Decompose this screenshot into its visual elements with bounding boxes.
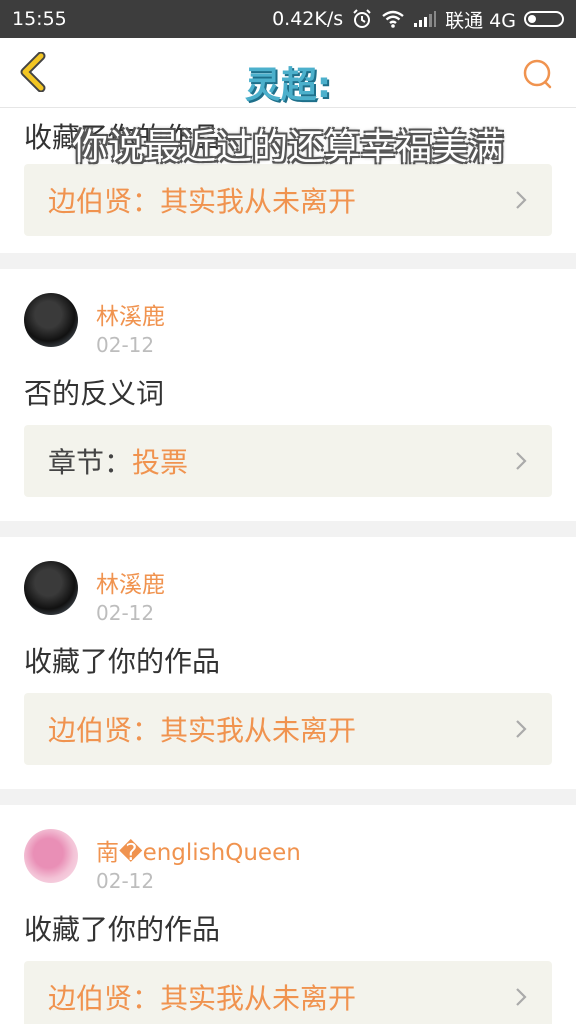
- feed-card: 林溪鹿 02-12 收藏了你的作品 边伯贤： 其实我从未离开: [0, 537, 576, 789]
- action-text: 收藏了你的作品: [24, 913, 221, 946]
- page-title: 灵超:: [244, 65, 332, 106]
- notification-feed: 收藏了你的作品 边伯贤： 其实我从未离开 林溪鹿 02-12 否的反义词 章节：…: [0, 108, 576, 1024]
- chevron-right-icon: [514, 189, 528, 211]
- feed-card: 林溪鹿 02-12 否的反义词 章节： 投票: [0, 269, 576, 521]
- work-link[interactable]: 边伯贤： 其实我从未离开: [24, 961, 552, 1024]
- work-title: 其实我从未离开: [160, 714, 357, 747]
- feed-card: 南�englishQueen 02-12 收藏了你的作品 边伯贤： 其实我从未离…: [0, 805, 576, 1024]
- user-row: 林溪鹿 02-12: [24, 269, 552, 369]
- alarm-icon: [351, 8, 373, 30]
- carrier-label: 联通 4G: [445, 9, 516, 32]
- action-text: 收藏了你的作品: [24, 121, 221, 154]
- avatar[interactable]: [24, 829, 78, 883]
- work-link[interactable]: 边伯贤： 其实我从未离开: [24, 693, 552, 765]
- status-time: 15:55: [12, 8, 67, 30]
- battery-icon: [524, 11, 564, 27]
- user-row: 南�englishQueen 02-12: [24, 805, 552, 905]
- work-link[interactable]: 章节： 投票: [24, 425, 552, 497]
- date: 02-12: [96, 333, 155, 357]
- nav-header: 灵超:: [0, 38, 576, 108]
- chevron-right-icon: [514, 986, 528, 1008]
- network-speed: 0.42K/s: [272, 8, 344, 30]
- work-label: 边伯贤：: [48, 185, 161, 218]
- username[interactable]: 林溪鹿: [96, 565, 165, 599]
- chevron-right-icon: [514, 450, 528, 472]
- app-root: 15:55 0.42K/s 联通 4G 灵超: 你说最近过的还算幸福美满 收藏了…: [0, 0, 576, 1024]
- wifi-icon: [381, 9, 405, 29]
- username[interactable]: 林溪鹿: [96, 297, 165, 331]
- signal-icon: [413, 10, 437, 28]
- work-title: 投票: [132, 446, 189, 479]
- user-row: 林溪鹿 02-12: [24, 537, 552, 637]
- avatar[interactable]: [24, 293, 78, 347]
- date: 02-12: [96, 601, 155, 625]
- status-bar: 15:55 0.42K/s 联通 4G: [0, 0, 576, 38]
- date: 02-12: [96, 869, 155, 893]
- status-right: 0.42K/s 联通 4G: [272, 6, 564, 33]
- work-title: 其实我从未离开: [160, 185, 357, 218]
- work-label: 边伯贤：: [48, 982, 161, 1015]
- search-button[interactable]: [518, 54, 558, 94]
- work-title: 其实我从未离开: [160, 982, 357, 1015]
- work-label: 边伯贤：: [48, 714, 161, 747]
- search-icon: [523, 59, 552, 89]
- chevron-right-icon: [514, 718, 528, 740]
- username[interactable]: 南�englishQueen: [96, 833, 301, 867]
- action-text: 否的反义词: [24, 377, 165, 410]
- work-label: 章节：: [48, 446, 133, 479]
- feed-card: 收藏了你的作品 边伯贤： 其实我从未离开: [0, 108, 576, 253]
- work-link[interactable]: 边伯贤： 其实我从未离开: [24, 164, 552, 236]
- avatar[interactable]: [24, 561, 78, 615]
- action-text: 收藏了你的作品: [24, 645, 221, 678]
